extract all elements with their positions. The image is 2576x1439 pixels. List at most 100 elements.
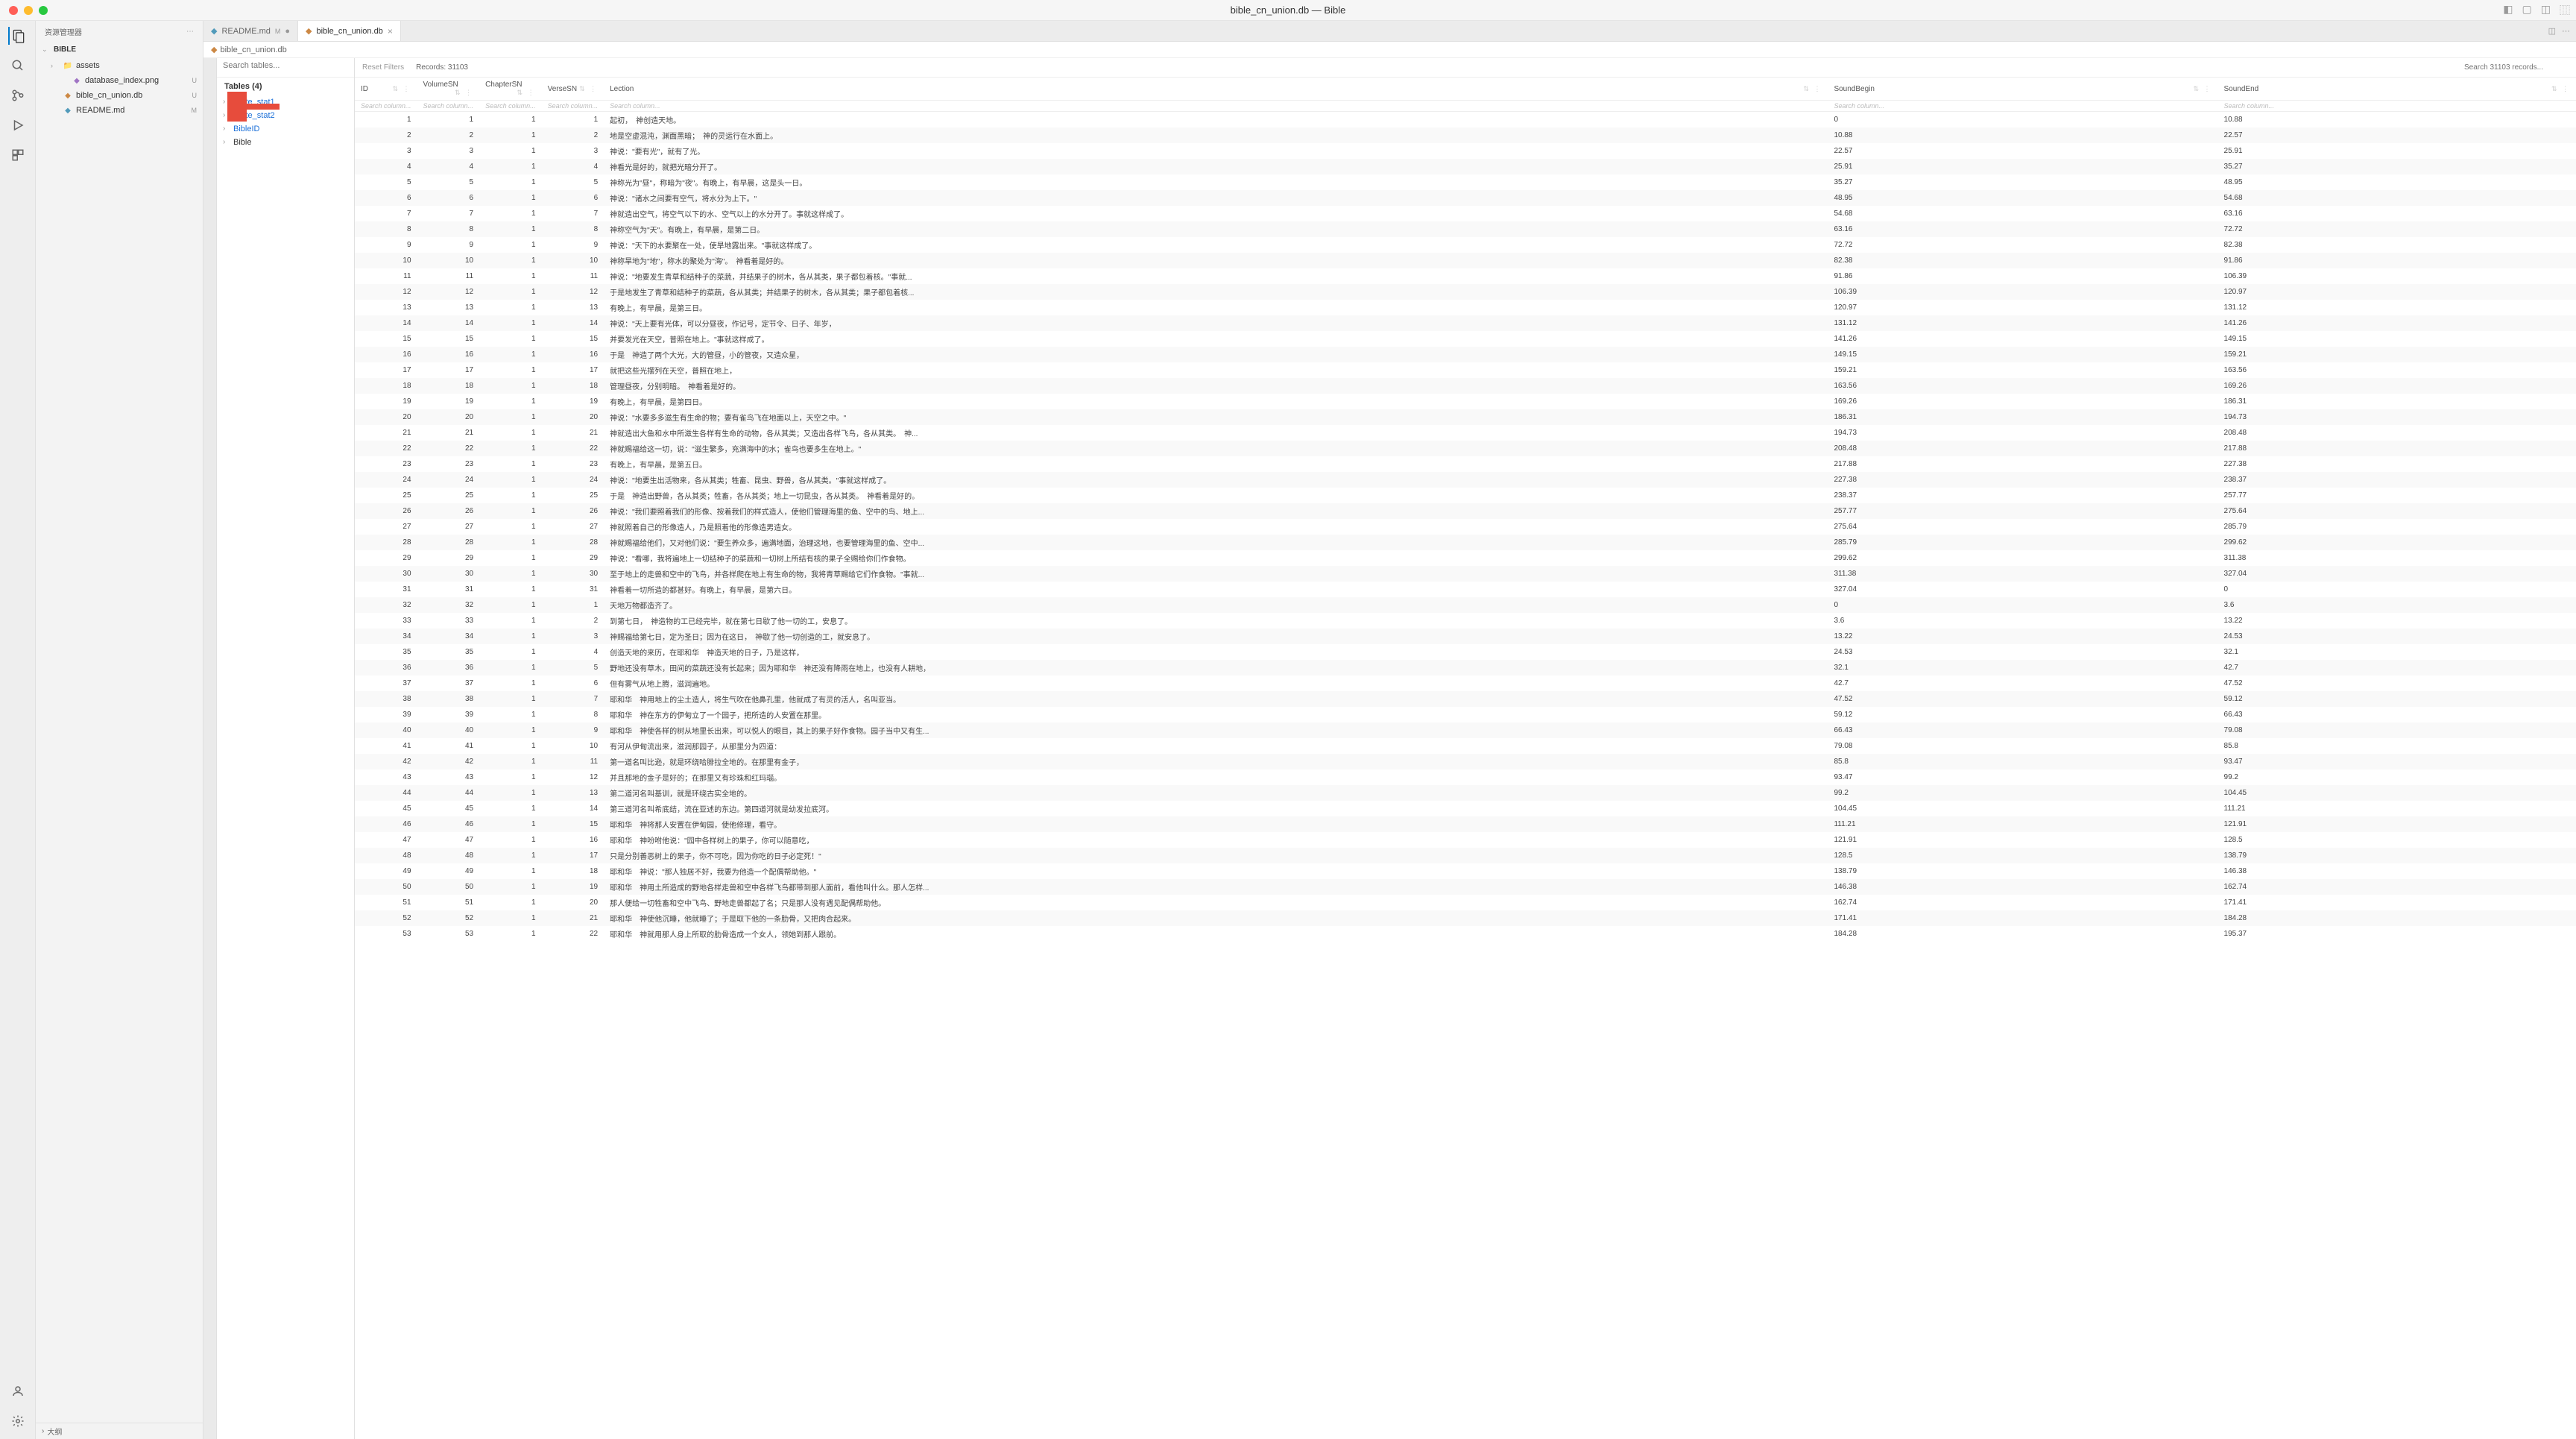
cell-chaptersn[interactable]: 1 xyxy=(479,879,542,895)
table-row[interactable]: 4646115耶和华 神将那人安置在伊甸园，使他修理，看守。111.21121.… xyxy=(355,816,2576,832)
cell-chaptersn[interactable]: 1 xyxy=(479,691,542,707)
cell-chaptersn[interactable]: 1 xyxy=(479,143,542,159)
cell-versesn[interactable]: 14 xyxy=(542,801,604,816)
cell-lection[interactable]: 天地万物都造齐了。 xyxy=(604,597,1828,613)
cell-versesn[interactable]: 20 xyxy=(542,409,604,425)
cell-id[interactable]: 14 xyxy=(355,315,417,331)
cell-volumesn[interactable]: 32 xyxy=(417,597,480,613)
cell-id[interactable]: 49 xyxy=(355,863,417,879)
table-row[interactable]: 4747116耶和华 神吩咐他说："园中各样树上的果子，你可以随意吃，121.9… xyxy=(355,832,2576,848)
column-actions[interactable]: ⇅ ⋮ xyxy=(579,85,598,93)
column-actions[interactable]: ⇅ ⋮ xyxy=(455,89,473,97)
cell-soundbegin[interactable]: 63.16 xyxy=(1828,221,2217,237)
cell-lection[interactable]: 耶和华 神使他沉睡，他就睡了；于是取下他的一条肋骨，又把肉合起来。 xyxy=(604,910,1828,926)
reset-filters-button[interactable]: Reset Filters xyxy=(362,63,404,72)
cell-soundend[interactable]: 227.38 xyxy=(2218,456,2576,472)
cell-soundend[interactable]: 25.91 xyxy=(2218,143,2576,159)
cell-volumesn[interactable]: 1 xyxy=(417,112,480,128)
cell-soundbegin[interactable]: 91.86 xyxy=(1828,268,2217,284)
cell-soundend[interactable]: 48.95 xyxy=(2218,174,2576,190)
cell-volumesn[interactable]: 37 xyxy=(417,676,480,691)
cell-chaptersn[interactable]: 1 xyxy=(479,159,542,174)
cell-id[interactable]: 8 xyxy=(355,221,417,237)
cell-volumesn[interactable]: 33 xyxy=(417,613,480,629)
cell-chaptersn[interactable]: 1 xyxy=(479,174,542,190)
cell-soundbegin[interactable]: 120.97 xyxy=(1828,300,2217,315)
column-actions[interactable]: ⇅ ⋮ xyxy=(1803,85,1822,93)
cell-chaptersn[interactable]: 1 xyxy=(479,754,542,769)
cell-soundbegin[interactable]: 146.38 xyxy=(1828,879,2217,895)
cell-lection[interactable]: 第一道名叫比逊，就是环绕哈腓拉全地的。在那里有金子， xyxy=(604,754,1828,769)
layout-icon[interactable]: ▢ xyxy=(2522,3,2532,18)
cell-id[interactable]: 37 xyxy=(355,676,417,691)
table-row[interactable]: 5515神称光为"昼"，称暗为"夜"。有晚上，有早晨，这是头一日。35.2748… xyxy=(355,174,2576,190)
cell-volumesn[interactable]: 27 xyxy=(417,519,480,535)
cell-lection[interactable]: 神称旱地为"地"，称水的聚处为"海"。 神看着是好的。 xyxy=(604,253,1828,268)
cell-lection[interactable]: 第二道河名叫基训，就是环绕古实全地的。 xyxy=(604,785,1828,801)
cell-soundbegin[interactable]: 275.64 xyxy=(1828,519,2217,535)
cell-versesn[interactable]: 21 xyxy=(542,910,604,926)
cell-id[interactable]: 1 xyxy=(355,112,417,128)
cell-soundend[interactable]: 13.22 xyxy=(2218,613,2576,629)
cell-soundbegin[interactable]: 149.15 xyxy=(1828,347,2217,362)
cell-lection[interactable]: 耶和华 神用地上的尘土造人，将生气吹在他鼻孔里，他就成了有灵的活人，名叫亚当。 xyxy=(604,691,1828,707)
cell-soundbegin[interactable]: 194.73 xyxy=(1828,425,2217,441)
cell-id[interactable]: 20 xyxy=(355,409,417,425)
cell-chaptersn[interactable]: 1 xyxy=(479,910,542,926)
cell-versesn[interactable]: 14 xyxy=(542,315,604,331)
cell-versesn[interactable]: 4 xyxy=(542,644,604,660)
table-row[interactable]: 1515115并要发光在天空，普照在地上。"事就这样成了。141.26149.1… xyxy=(355,331,2576,347)
cell-id[interactable]: 46 xyxy=(355,816,417,832)
column-header[interactable]: VerseSN⇅ ⋮ xyxy=(542,78,604,101)
cell-soundend[interactable]: 311.38 xyxy=(2218,550,2576,566)
cell-volumesn[interactable]: 12 xyxy=(417,284,480,300)
column-header[interactable]: ChapterSN⇅ ⋮ xyxy=(479,78,542,101)
cell-volumesn[interactable]: 35 xyxy=(417,644,480,660)
cell-chaptersn[interactable]: 1 xyxy=(479,582,542,597)
cell-soundend[interactable]: 169.26 xyxy=(2218,378,2576,394)
project-root[interactable]: ⌄ BIBLE xyxy=(36,42,203,57)
cell-soundbegin[interactable]: 79.08 xyxy=(1828,738,2217,754)
cell-id[interactable]: 7 xyxy=(355,206,417,221)
close-icon[interactable]: × xyxy=(388,26,393,37)
table-row[interactable]: 5151120那人便给一切牲畜和空中飞鸟、野地走兽都起了名；只是那人没有遇见配偶… xyxy=(355,895,2576,910)
column-filter[interactable]: Search column... xyxy=(542,101,604,112)
extensions-icon[interactable] xyxy=(9,146,27,164)
cell-soundend[interactable]: 121.91 xyxy=(2218,816,2576,832)
cell-soundbegin[interactable]: 0 xyxy=(1828,597,2217,613)
cell-chaptersn[interactable]: 1 xyxy=(479,676,542,691)
cell-id[interactable]: 52 xyxy=(355,910,417,926)
cell-soundend[interactable]: 111.21 xyxy=(2218,801,2576,816)
cell-soundbegin[interactable]: 169.26 xyxy=(1828,394,2217,409)
cell-versesn[interactable]: 9 xyxy=(542,722,604,738)
cell-chaptersn[interactable]: 1 xyxy=(479,441,542,456)
column-actions[interactable]: ⇅ ⋮ xyxy=(392,85,411,93)
cell-chaptersn[interactable]: 1 xyxy=(479,926,542,942)
more-icon[interactable]: ⋯ xyxy=(2562,26,2570,36)
cell-soundbegin[interactable]: 121.91 xyxy=(1828,832,2217,848)
cell-chaptersn[interactable]: 1 xyxy=(479,535,542,550)
cell-volumesn[interactable]: 4 xyxy=(417,159,480,174)
table-row[interactable]: 4545114第三道河名叫希底结，流在亚述的东边。第四道河就是幼发拉底河。104… xyxy=(355,801,2576,816)
table-row[interactable]: 8818神称空气为"天"。有晚上，有早晨，是第二日。63.1672.72 xyxy=(355,221,2576,237)
cell-versesn[interactable]: 11 xyxy=(542,268,604,284)
cell-volumesn[interactable]: 50 xyxy=(417,879,480,895)
cell-soundbegin[interactable]: 72.72 xyxy=(1828,237,2217,253)
cell-volumesn[interactable]: 41 xyxy=(417,738,480,754)
column-actions[interactable]: ⇅ ⋮ xyxy=(2193,85,2212,93)
cell-volumesn[interactable]: 31 xyxy=(417,582,480,597)
cell-soundbegin[interactable]: 66.43 xyxy=(1828,722,2217,738)
maximize-window[interactable] xyxy=(39,6,48,15)
cell-soundend[interactable]: 120.97 xyxy=(2218,284,2576,300)
cell-soundbegin[interactable]: 48.95 xyxy=(1828,190,2217,206)
cell-lection[interactable]: 起初， 神创造天地。 xyxy=(604,112,1828,128)
column-actions[interactable]: ⇅ ⋮ xyxy=(2551,85,2570,93)
cell-versesn[interactable]: 6 xyxy=(542,676,604,691)
cell-id[interactable]: 53 xyxy=(355,926,417,942)
cell-id[interactable]: 23 xyxy=(355,456,417,472)
cell-chaptersn[interactable]: 1 xyxy=(479,127,542,143)
cell-soundend[interactable]: 194.73 xyxy=(2218,409,2576,425)
cell-chaptersn[interactable]: 1 xyxy=(479,253,542,268)
cell-versesn[interactable]: 18 xyxy=(542,863,604,879)
cell-volumesn[interactable]: 51 xyxy=(417,895,480,910)
